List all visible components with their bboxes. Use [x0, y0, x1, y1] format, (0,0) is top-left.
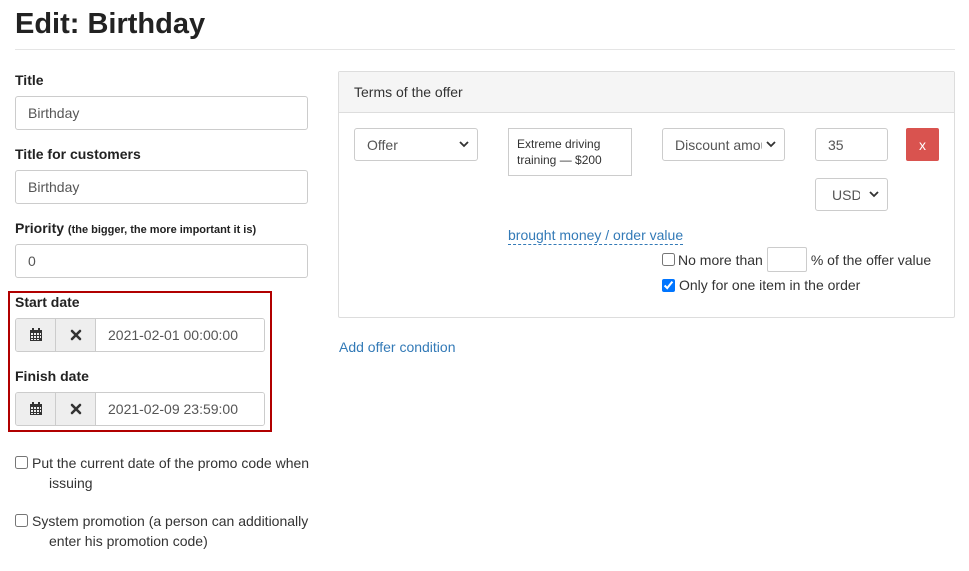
currency-value: USD: [832, 186, 860, 203]
system-promotion-checkbox[interactable]: [15, 514, 28, 527]
finish-calendar-button[interactable]: [16, 393, 56, 425]
current-date-checkbox[interactable]: [15, 456, 28, 469]
priority-input[interactable]: [15, 244, 308, 278]
start-date-group: [15, 318, 265, 352]
offer-item-field[interactable]: Extreme driving training — $200: [508, 128, 632, 176]
clear-icon: [70, 329, 81, 341]
discount-type-value: Discount amou: [675, 136, 762, 153]
discount-amount-input[interactable]: [815, 128, 888, 161]
calendar-icon: [29, 328, 42, 341]
system-promotion-label-line1: System promotion (a person can additiona…: [32, 513, 309, 529]
no-more-than-label: No more than: [678, 251, 763, 268]
one-item-checkbox[interactable]: [662, 278, 675, 292]
no-more-than-input[interactable]: [766, 247, 807, 272]
calendar-icon: [29, 402, 42, 415]
terms-panel-header: Terms of the offer: [339, 72, 954, 113]
one-item-row: Only for one item in the order: [662, 277, 860, 293]
no-more-than-row: No more than % of the offer value: [662, 247, 931, 272]
current-date-label-line1: Put the current date of the promo code w…: [32, 455, 310, 471]
finish-date-label: Finish date: [15, 368, 89, 384]
start-date-input[interactable]: [96, 319, 264, 351]
customer-title-label: Title for customers: [15, 146, 141, 162]
currency-select[interactable]: USD: [815, 178, 888, 211]
finish-date-group: [15, 392, 265, 426]
system-promotion-option: System promotion (a person can additiona…: [15, 511, 315, 551]
priority-hint: (the bigger, the more important it is): [67, 224, 257, 236]
priority-label: Priority (the bigger, the more important…: [15, 220, 256, 236]
basis-toggle-link[interactable]: brought money / order value: [508, 227, 684, 245]
start-calendar-button[interactable]: [16, 319, 56, 351]
system-promotion-label-line2: enter his promotion code): [49, 533, 208, 549]
title-label: Title: [15, 72, 44, 88]
clear-icon: [70, 403, 81, 415]
one-item-label: Only for one item in the order: [679, 277, 861, 293]
finish-date-input[interactable]: [96, 393, 264, 425]
chevron-down-icon: [459, 141, 469, 148]
condition-type-value: Offer: [367, 136, 398, 153]
title-input[interactable]: [15, 96, 308, 130]
remove-condition-button[interactable]: x: [906, 128, 939, 161]
current-date-label-line2: issuing: [49, 475, 93, 491]
title-divider: [15, 49, 955, 50]
add-offer-condition-link[interactable]: Add offer condition: [339, 339, 456, 355]
start-date-label: Start date: [15, 294, 80, 310]
no-more-than-suffix: % of the offer value: [810, 251, 932, 268]
no-more-than-checkbox[interactable]: [662, 253, 675, 266]
page-title: Edit: Birthday: [15, 8, 206, 40]
discount-type-select[interactable]: Discount amou: [662, 128, 785, 161]
priority-label-text: Priority: [15, 220, 65, 236]
chevron-down-icon: [869, 191, 879, 198]
customer-title-input[interactable]: [15, 170, 308, 204]
current-date-option: Put the current date of the promo code w…: [15, 453, 315, 493]
finish-clear-button[interactable]: [56, 393, 96, 425]
start-clear-button[interactable]: [56, 319, 96, 351]
condition-type-select[interactable]: Offer: [354, 128, 478, 161]
chevron-down-icon: [766, 141, 776, 148]
